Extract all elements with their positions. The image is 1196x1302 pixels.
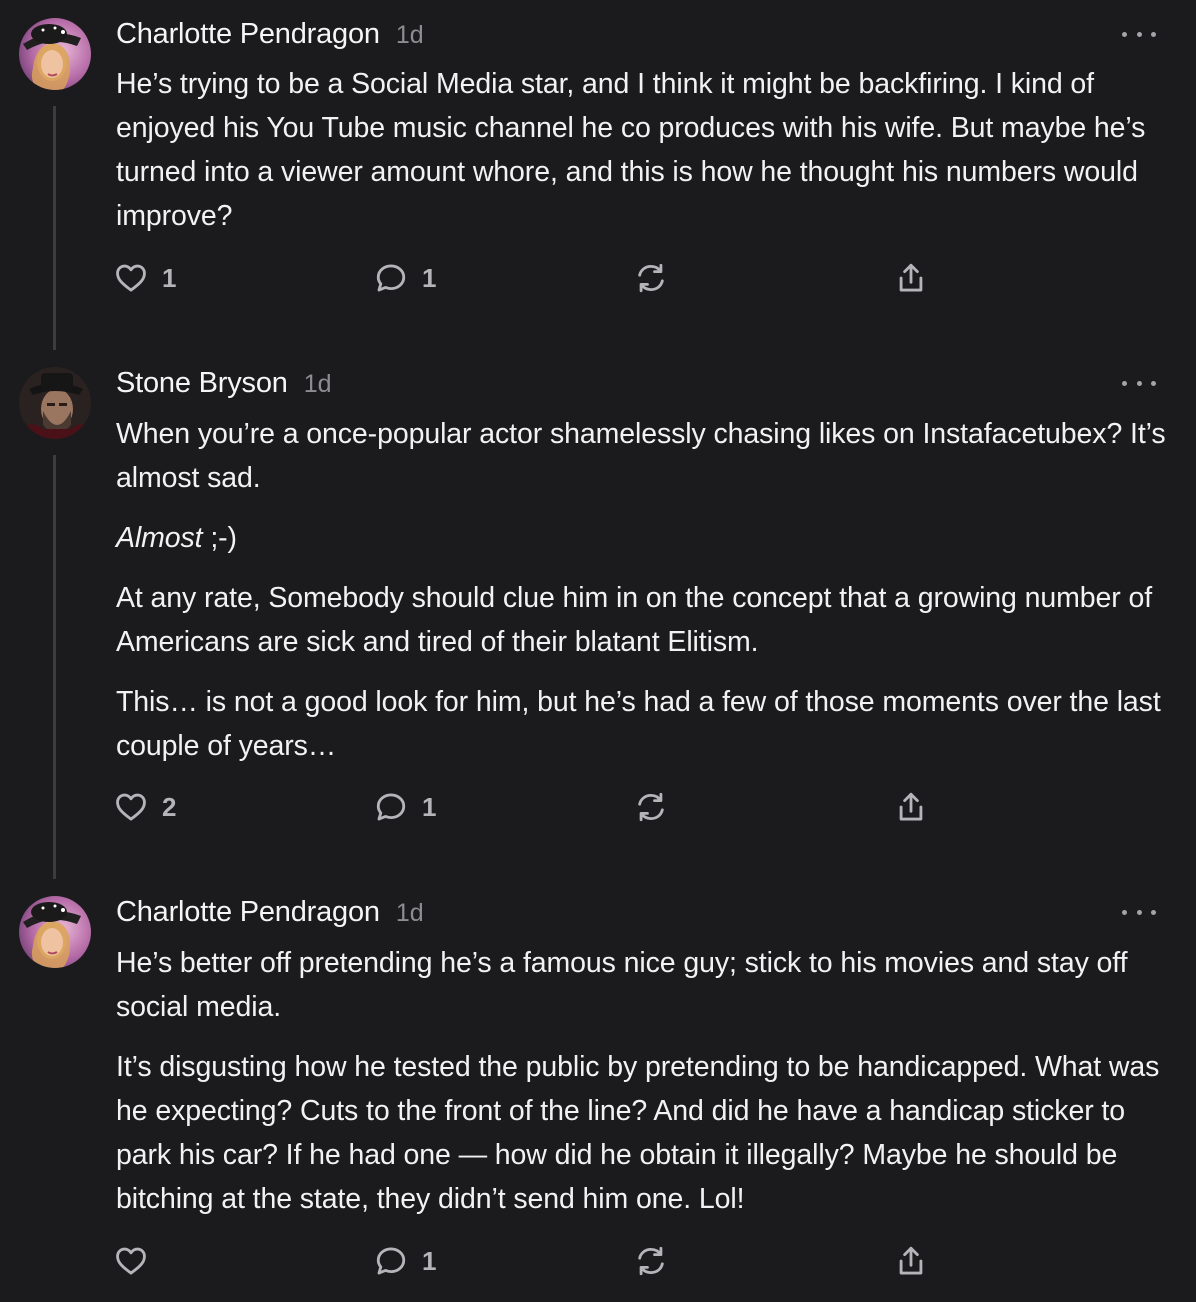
share-button[interactable] bbox=[894, 258, 928, 298]
restack-icon bbox=[638, 1246, 664, 1276]
share-icon bbox=[899, 1246, 923, 1275]
comment-bubble-icon bbox=[376, 1247, 406, 1275]
heart-icon bbox=[116, 264, 146, 292]
restack-button[interactable] bbox=[634, 258, 668, 298]
heart-icon bbox=[116, 793, 146, 821]
comment-bubble-icon bbox=[376, 264, 406, 292]
comment-header: Stone Bryson 1d bbox=[116, 367, 332, 407]
comment-body: He’s better off pretending he’s a famous… bbox=[116, 941, 1166, 1237]
like-count: 1 bbox=[162, 262, 177, 293]
comment-paragraph: When you’re a once-popular actor shamele… bbox=[116, 418, 1166, 494]
share-icon bbox=[899, 263, 923, 292]
reply-count: 1 bbox=[422, 1245, 437, 1276]
avatar[interactable] bbox=[19, 367, 91, 439]
comment-actions: 1 bbox=[114, 1241, 1014, 1281]
comment-paragraph-italic: Almost ;-) bbox=[116, 516, 1166, 560]
like-button[interactable]: 2 bbox=[114, 787, 176, 827]
reply-button[interactable]: 1 bbox=[374, 258, 436, 298]
more-options-icon[interactable] bbox=[1122, 375, 1156, 391]
like-button[interactable]: 1 bbox=[114, 258, 176, 298]
author-name[interactable]: Charlotte Pendragon bbox=[116, 18, 380, 51]
emphasis-text: Almost bbox=[116, 522, 203, 554]
share-button[interactable] bbox=[894, 787, 928, 827]
comment-body: He’s trying to be a Social Media star, a… bbox=[116, 62, 1166, 254]
like-count: 2 bbox=[162, 791, 177, 822]
timestamp[interactable]: 1d bbox=[304, 370, 332, 399]
comment-paragraph: He’s trying to be a Social Media star, a… bbox=[116, 68, 1146, 232]
reply-count: 1 bbox=[422, 791, 437, 822]
comment-actions: 2 1 bbox=[114, 787, 1014, 827]
thread-line bbox=[53, 455, 56, 879]
like-button[interactable] bbox=[114, 1241, 162, 1281]
emoticon-text: ;-) bbox=[202, 522, 237, 554]
comment-header: Charlotte Pendragon 1d bbox=[116, 18, 424, 58]
timestamp[interactable]: 1d bbox=[396, 21, 424, 50]
heart-icon bbox=[116, 1247, 146, 1275]
comment-paragraph: At any rate, Somebody should clue him in… bbox=[116, 582, 1153, 658]
comment-paragraph: He’s better off pretending he’s a famous… bbox=[116, 947, 1128, 1023]
comment-paragraph: It’s disgusting how he tested the public… bbox=[116, 1051, 1160, 1215]
avatar[interactable] bbox=[19, 896, 91, 968]
comment-body: When you’re a once-popular actor shamele… bbox=[116, 412, 1166, 784]
comment-header: Charlotte Pendragon 1d bbox=[116, 896, 424, 936]
more-options-icon[interactable] bbox=[1122, 904, 1156, 920]
more-options-icon[interactable] bbox=[1122, 26, 1156, 42]
reply-button[interactable]: 1 bbox=[374, 1241, 436, 1281]
restack-icon bbox=[638, 792, 664, 822]
restack-button[interactable] bbox=[634, 1241, 668, 1281]
reply-count: 1 bbox=[422, 262, 437, 293]
share-icon bbox=[899, 792, 923, 821]
comment-paragraph: This… is not a good look for him, but he… bbox=[116, 686, 1161, 762]
author-name[interactable]: Stone Bryson bbox=[116, 367, 288, 400]
comment-bubble-icon bbox=[376, 793, 406, 821]
share-button[interactable] bbox=[894, 1241, 928, 1281]
restack-icon bbox=[638, 263, 664, 293]
thread-line bbox=[53, 106, 56, 350]
timestamp[interactable]: 1d bbox=[396, 899, 424, 928]
author-name[interactable]: Charlotte Pendragon bbox=[116, 896, 380, 929]
restack-button[interactable] bbox=[634, 787, 668, 827]
avatar[interactable] bbox=[19, 18, 91, 90]
comment-actions: 1 1 bbox=[114, 258, 1014, 298]
reply-button[interactable]: 1 bbox=[374, 787, 436, 827]
